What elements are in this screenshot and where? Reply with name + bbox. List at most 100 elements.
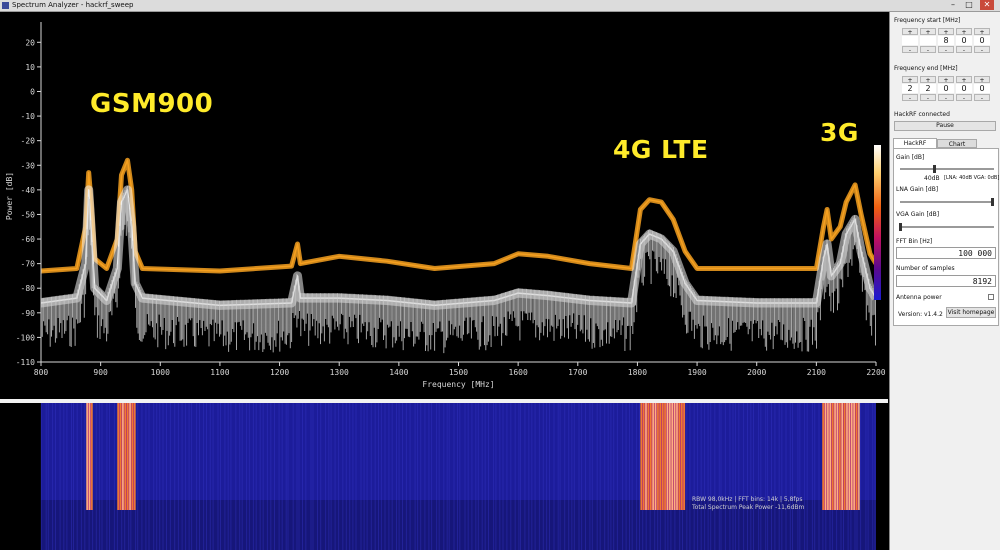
waterfall-band-line — [676, 403, 678, 510]
x-tick-label: 1700 — [568, 368, 587, 377]
freq-end-plus-1[interactable]: + — [902, 76, 918, 84]
spectrum-chart[interactable]: 800 900 1000 1100 1200 1300 1400 1500 1600 1700 18… — [0, 12, 888, 400]
x-tick-label: 1500 — [449, 368, 468, 377]
close-button[interactable]: ✕ — [980, 0, 994, 10]
app-icon — [2, 2, 9, 9]
vga-slider-thumb[interactable] — [899, 223, 902, 231]
lna-gain-label: LNA Gain [dB] — [896, 186, 939, 193]
gain-slider-track[interactable] — [900, 168, 994, 170]
waterfall-band-line — [669, 403, 671, 510]
freq-start-plus-4[interactable]: + — [956, 28, 972, 36]
y-tick-label: 10 — [25, 63, 35, 72]
freq-end-minus-5[interactable]: - — [974, 94, 990, 102]
status-line-peak: Total Spectrum Peak Power -11,6dBm — [692, 504, 805, 511]
waterfall-band-line — [91, 403, 93, 510]
waterfall-band-line — [117, 403, 119, 510]
gsm900-annotation: GSM900 — [90, 89, 214, 119]
freq-start-plus-3[interactable]: + — [938, 28, 954, 36]
freq-end-digit-5[interactable]: 0 — [974, 84, 990, 93]
y-tick-label: -10 — [21, 112, 36, 121]
freq-start-plus-5[interactable]: + — [974, 28, 990, 36]
freq-end-digit-2[interactable]: 2 — [920, 84, 936, 93]
gain-slider-thumb[interactable] — [933, 165, 936, 173]
freq-end-minus-row: - - - - - — [901, 94, 991, 102]
pause-button[interactable]: Pause — [894, 121, 996, 131]
waterfall-band-line — [678, 403, 681, 510]
freq-start-minus-2[interactable]: - — [920, 46, 936, 54]
x-tick-label: 800 — [34, 368, 49, 377]
freq-start-digit-3[interactable]: 8 — [938, 36, 954, 45]
3g-annotation: 3G — [820, 118, 859, 147]
vga-gain-label: VGA Gain [dB] — [896, 211, 940, 218]
freq-start-digit-2[interactable] — [920, 36, 936, 45]
y-tick-label: 20 — [25, 38, 35, 47]
freq-end-plus-2[interactable]: + — [920, 76, 936, 84]
freq-start-minus-1[interactable]: - — [902, 46, 918, 54]
samples-label: Number of samples — [896, 265, 955, 272]
freq-start-minus-row: - - - - - — [901, 46, 991, 54]
samples-input[interactable]: 8192 — [896, 275, 996, 287]
freq-start-minus-5[interactable]: - — [974, 46, 990, 54]
lna-slider-track[interactable] — [900, 201, 994, 203]
status-text: RBW 98,0kHz | FFT bins: 14k | 5,8fps Tot… — [692, 496, 804, 512]
waterfall-band-line — [822, 403, 824, 510]
freq-end-plus-3[interactable]: + — [938, 76, 954, 84]
freq-start-digits: 8 0 0 — [901, 36, 991, 45]
tab-hackrf-settings[interactable]: HackRF Settings — [893, 138, 937, 157]
freq-end-label: Frequency end [MHz] — [894, 65, 958, 72]
freq-end-plus-4[interactable]: + — [956, 76, 972, 84]
waterfall-band-line — [134, 403, 136, 510]
freq-start-plus-row: + + + + + — [901, 28, 991, 36]
freq-end-minus-4[interactable]: - — [956, 94, 972, 102]
x-tick-label: 1900 — [687, 368, 706, 377]
antenna-power-checkbox[interactable] — [988, 294, 994, 300]
freq-end-minus-1[interactable]: - — [902, 94, 918, 102]
waterfall-band-line — [855, 403, 858, 510]
visit-homepage-button[interactable]: Visit homepage — [946, 307, 996, 318]
tab-chart-options[interactable]: Chart options — [937, 139, 977, 158]
freq-start-minus-4[interactable]: - — [956, 46, 972, 54]
waterfall-band-line — [122, 403, 124, 510]
minimize-button[interactable]: – — [946, 0, 960, 10]
gain-label: Gain [dB] — [896, 154, 925, 161]
x-tick-label: 2000 — [747, 368, 766, 377]
freq-start-digit-5[interactable]: 0 — [974, 36, 990, 45]
title-bar: Spectrum Analyzer - hackrf_sweep – □ ✕ — [0, 0, 1000, 12]
waterfall-band-line — [119, 403, 122, 510]
waterfall-band-line — [657, 403, 659, 510]
y-tick-label: -110 — [16, 358, 35, 367]
freq-start-digit-4[interactable]: 0 — [956, 36, 972, 45]
waterfall-band-line — [124, 403, 127, 510]
freq-start-minus-3[interactable]: - — [938, 46, 954, 54]
waterfall-band-line — [673, 403, 676, 510]
x-axis-label: Frequency [MHz] — [422, 380, 494, 389]
freq-end-minus-3[interactable]: - — [938, 94, 954, 102]
status-line-rbw: RBW 98,0kHz | FFT bins: 14k | 5,8fps — [692, 496, 803, 503]
freq-end-digit-1[interactable]: 2 — [902, 84, 918, 93]
freq-start-plus-2[interactable]: + — [920, 28, 936, 36]
x-tick-label: 1300 — [330, 368, 349, 377]
gain-value: 40dB — [924, 175, 940, 182]
freq-end-digit-3[interactable]: 0 — [938, 84, 954, 93]
maximize-button[interactable]: □ — [962, 0, 976, 10]
x-tick-label: 2100 — [807, 368, 826, 377]
fft-bin-label: FFT Bin [Hz] — [896, 238, 933, 245]
waterfall-band-line — [652, 403, 654, 510]
hackrf-settings-panel: Gain [dB] 40dB [LNA: 40dB VGA: 0dB] LNA … — [893, 148, 999, 326]
x-tick-label: 1400 — [389, 368, 408, 377]
y-tick-label: -50 — [21, 210, 36, 219]
side-panel: Frequency start [MHz] + + + + + 8 0 0 - … — [889, 12, 1000, 550]
y-tick-label: -20 — [21, 137, 36, 146]
x-tick-label: 1800 — [628, 368, 647, 377]
waterfall-band-line — [848, 403, 851, 510]
waterfall-band-line — [829, 403, 832, 510]
lna-slider-thumb[interactable] — [991, 198, 994, 206]
freq-start-digit-1[interactable] — [902, 36, 918, 45]
freq-end-plus-5[interactable]: + — [974, 76, 990, 84]
vga-slider-track[interactable] — [900, 226, 994, 228]
fft-bin-input[interactable]: 100 000 — [896, 247, 996, 259]
waterfall-band-line — [647, 403, 650, 510]
freq-start-plus-1[interactable]: + — [902, 28, 918, 36]
freq-end-minus-2[interactable]: - — [920, 94, 936, 102]
freq-end-digit-4[interactable]: 0 — [956, 84, 972, 93]
